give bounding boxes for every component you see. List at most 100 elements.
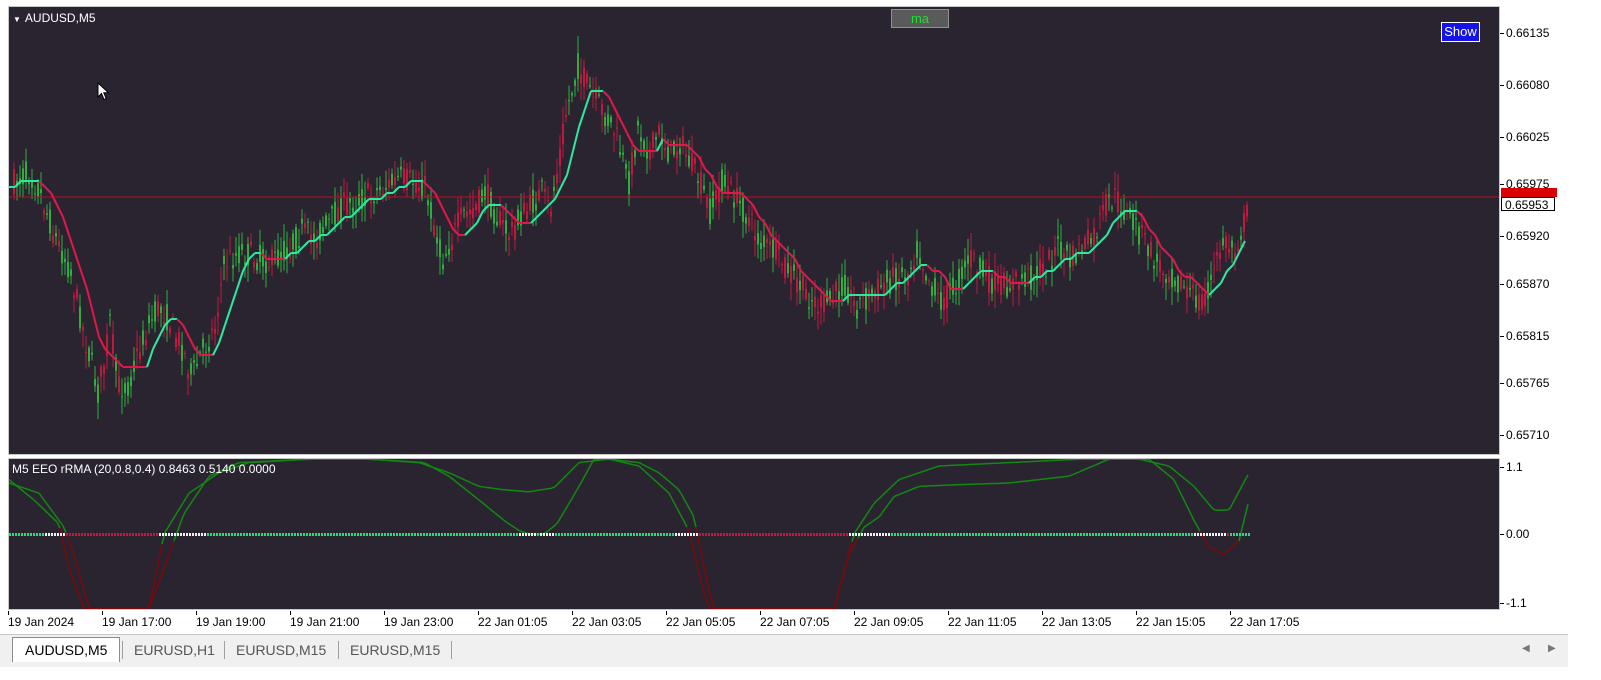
indicator-line-1 [860,526,865,534]
signal-dot [723,533,725,536]
indicator-line-2 [1196,489,1201,495]
candle-body [193,360,195,363]
indicator-line-2 [833,597,838,609]
chart-window[interactable]: ▼ AUDUSD,M5 ma Show M5 EEO rRMA (20,0.8,0… [0,0,1568,634]
signal-dot [741,533,743,536]
candle-body [1066,244,1068,251]
tab-eurusd-m15[interactable]: EURUSD,M15 [224,639,338,661]
signal-dot [1029,533,1031,536]
signal-dot [612,533,614,536]
candle-body [985,272,987,277]
tab-eurusd-m15-2[interactable]: EURUSD,M15 [338,639,452,661]
dropdown-triangle-icon[interactable]: ▼ [13,15,21,24]
signal-dot [852,533,854,536]
tab-audusd-m5[interactable]: AUDUSD,M5 [12,637,121,662]
indicator-line-1 [650,476,655,481]
candle-body [871,288,873,294]
indicator-line-2 [932,466,937,469]
scroll-right-icon[interactable]: ▶ [1548,643,1556,654]
indicator-line-1 [1190,513,1195,521]
time-axis[interactable]: 19 Jan 2024 19 Jan 17:00 19 Jan 19:00 19… [0,611,1500,633]
signal-dot [606,533,608,536]
indicator-line-2 [638,461,643,465]
time-tick: 19 Jan 19:00 [196,611,266,629]
candle-body [1237,248,1239,252]
candle-body [928,280,930,282]
signal-dot [939,533,941,536]
candle-body [439,239,441,258]
indicator-line-1 [9,482,13,485]
indicator-line-2 [677,488,682,494]
show-button[interactable]: Show [1441,22,1480,42]
signal-dot [1059,533,1061,536]
indicator-line-1 [1082,468,1087,471]
main-chart-pane[interactable]: ▼ AUDUSD,M5 ma Show [8,6,1500,455]
indicator-line-1 [41,496,46,502]
ma-segment [1100,234,1108,242]
indicator-line-2 [1202,496,1207,502]
ma-segment [176,318,184,326]
time-tick: 19 Jan 21:00 [290,611,360,629]
signal-dot [693,533,695,536]
candle-body [76,288,78,299]
signal-dot [1053,533,1055,536]
signal-dot [807,533,809,536]
candle-body [685,154,687,157]
signal-dot [1002,533,1004,536]
signal-dot [150,533,152,536]
indicator-line-1 [662,487,667,492]
signal-dot [1155,533,1157,536]
candle-body [631,152,633,175]
candle-body [1114,188,1116,190]
price-tick: 0.65870 [1499,277,1550,291]
candle-body [703,185,705,190]
scroll-left-icon[interactable]: ◀ [1522,643,1530,654]
signal-dot [279,533,281,536]
indicator-line-1 [62,525,67,533]
indicator-line-1 [38,492,43,498]
signal-dot [327,533,329,536]
time-tick: 22 Jan 15:05 [1136,611,1206,629]
indicator-pane[interactable]: M5 EEO rRMA (20,0.8,0.4) 0.8463 0.5140 0… [8,458,1500,610]
indicator-line-1 [668,492,673,500]
indicator-line-1 [641,468,646,472]
candle-body [772,239,774,258]
signal-dot [726,533,728,536]
signal-dot [306,533,308,536]
indicator-line-1 [1223,551,1228,555]
signal-dot [549,533,551,536]
signal-dot [1098,533,1100,536]
indicator-line-1 [1184,501,1189,509]
ma-segment [812,282,820,290]
indicator-line-1 [68,540,73,550]
indicator-tick: 1.1 [1500,460,1523,474]
signal-dot [849,533,851,536]
time-tick: 22 Jan 05:05 [666,611,736,629]
indicator-line-2 [476,484,481,488]
signal-dot [759,533,761,536]
ma-segment [74,252,82,272]
signal-dot [474,533,476,536]
signal-dot [1044,533,1046,536]
candle-body [379,186,381,191]
ma-segment [938,270,946,278]
signal-dot [768,533,770,536]
indicator-line-2 [704,571,709,585]
tab-eurusd-h1[interactable]: EURUSD,H1 [122,639,227,661]
indicator-line-1 [152,589,157,599]
candle-body [46,213,48,215]
indicator-chart [9,459,1250,609]
ma-segment [548,198,556,206]
price-axis[interactable]: 0.66135 0.66080 0.66025 0.65975 0.65920 … [1499,0,1568,634]
candle-body [955,293,957,295]
candle-body [373,201,375,204]
indicator-line-2 [710,596,715,609]
indicator-line-1 [503,519,508,524]
ma-segment [578,108,586,128]
candle-body [1207,282,1209,299]
indicator-line-1 [1100,460,1105,464]
signal-dot [813,533,815,536]
signal-dot [1113,533,1115,536]
ma-segment [224,306,232,326]
ma-button[interactable]: ma [891,9,949,28]
